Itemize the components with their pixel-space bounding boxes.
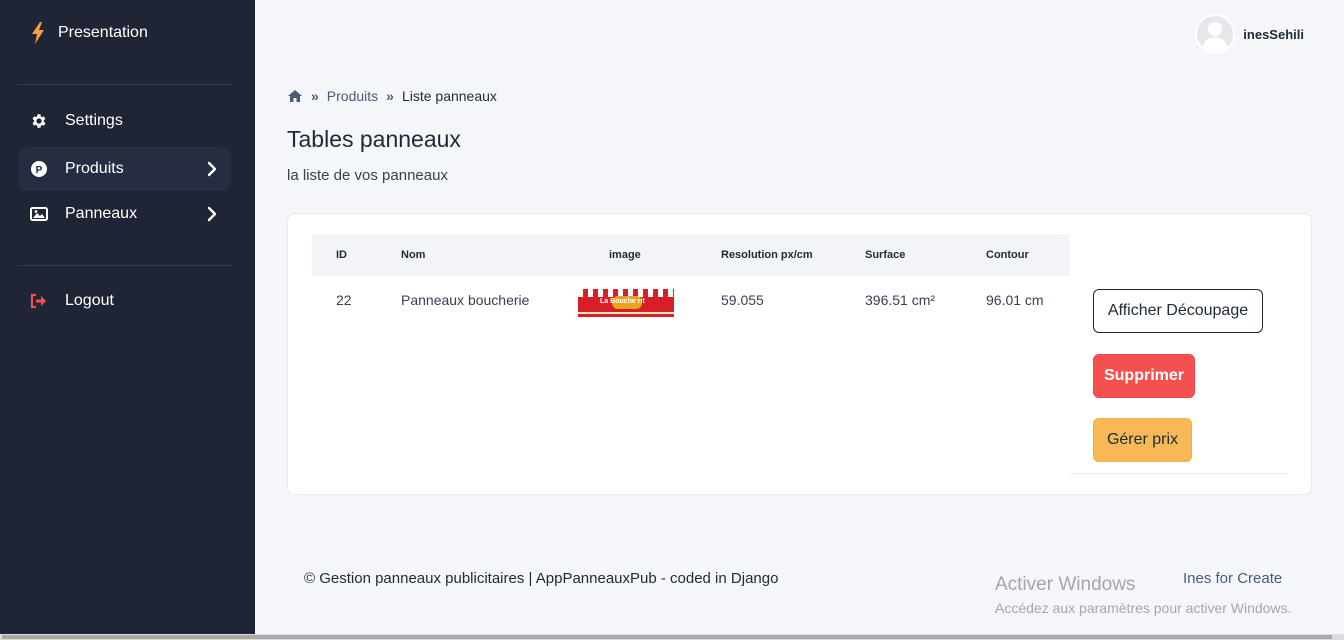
svg-text:P: P — [36, 165, 43, 176]
column-header-nom: Nom — [401, 249, 426, 261]
sidebar-item-label: Settings — [65, 112, 123, 129]
table-card: ID Nom image Resolution px/cm Surface Co… — [287, 213, 1312, 495]
sidebar-item-settings[interactable]: Settings — [18, 99, 231, 143]
column-header-surface: Surface — [865, 249, 906, 261]
column-header-id: ID — [336, 249, 347, 261]
cell-id: 22 — [336, 292, 352, 308]
page-title: Tables panneaux — [287, 126, 461, 152]
sidebar-divider — [18, 84, 232, 85]
column-header-image: image — [609, 249, 641, 261]
sidebar-item-logout[interactable]: Logout — [18, 279, 231, 323]
afficher-decoupage-button[interactable]: Afficher Découpage — [1093, 289, 1263, 333]
sidebar-item-panneaux[interactable]: Panneaux — [18, 192, 231, 236]
gear-icon — [30, 112, 48, 130]
sidebar-item-label: Produits — [65, 160, 124, 177]
thumbnail-caption: La Bouche rit — [600, 298, 645, 305]
footer-copyright: © Gestion panneaux publicitaires | AppPa… — [304, 570, 779, 587]
chevron-right-icon — [207, 206, 217, 222]
gerer-prix-button[interactable]: Gérer prix — [1093, 418, 1192, 462]
horizontal-scrollbar[interactable] — [0, 634, 1344, 640]
home-icon[interactable] — [287, 89, 303, 103]
chevron-right-icon — [207, 161, 217, 177]
sidebar: Presentation Settings P Produits Panneau… — [0, 0, 255, 634]
cell-nom: Panneaux boucherie — [401, 292, 530, 308]
breadcrumb-separator-icon: » — [386, 88, 394, 104]
user-menu[interactable]: inesSehili — [1195, 14, 1304, 54]
breadcrumb-separator-icon: » — [311, 88, 319, 104]
breadcrumb-current: Liste panneaux — [401, 88, 497, 104]
p-circle-icon: P — [30, 160, 48, 178]
column-header-resolution: Resolution px/cm — [721, 249, 813, 261]
panneau-thumbnail: La Bouche rit — [578, 289, 674, 317]
avatar — [1195, 14, 1236, 54]
breadcrumb-link-produits[interactable]: Produits — [327, 88, 378, 104]
table-header: ID Nom image Resolution px/cm Surface Co… — [312, 234, 1070, 276]
sidebar-item-label: Panneaux — [65, 205, 138, 222]
cell-contour: 96.01 cm — [986, 292, 1044, 308]
breadcrumb: » Produits » Liste panneaux — [287, 88, 497, 104]
row-divider — [1070, 473, 1288, 474]
supprimer-button[interactable]: Supprimer — [1093, 354, 1195, 398]
windows-activation-title: Activer Windows — [995, 574, 1136, 595]
footer-link[interactable]: Ines for Create — [1183, 570, 1282, 587]
brand-label: Presentation — [58, 24, 148, 41]
brand[interactable]: Presentation — [30, 22, 148, 44]
column-header-contour: Contour — [986, 249, 1029, 261]
image-icon — [30, 205, 48, 223]
logout-icon — [30, 292, 48, 310]
cell-resolution: 59.055 — [721, 292, 764, 308]
page-subtitle: la liste de vos panneaux — [287, 167, 448, 184]
username: inesSehili — [1243, 26, 1304, 42]
sidebar-item-label: Logout — [65, 292, 114, 309]
cell-surface: 396.51 cm² — [865, 292, 936, 308]
bolt-icon — [32, 22, 44, 44]
sidebar-item-produits[interactable]: P Produits — [18, 147, 231, 191]
windows-activation-subtitle: Accédez aux paramètres pour activer Wind… — [995, 600, 1292, 616]
sidebar-divider — [18, 265, 232, 266]
